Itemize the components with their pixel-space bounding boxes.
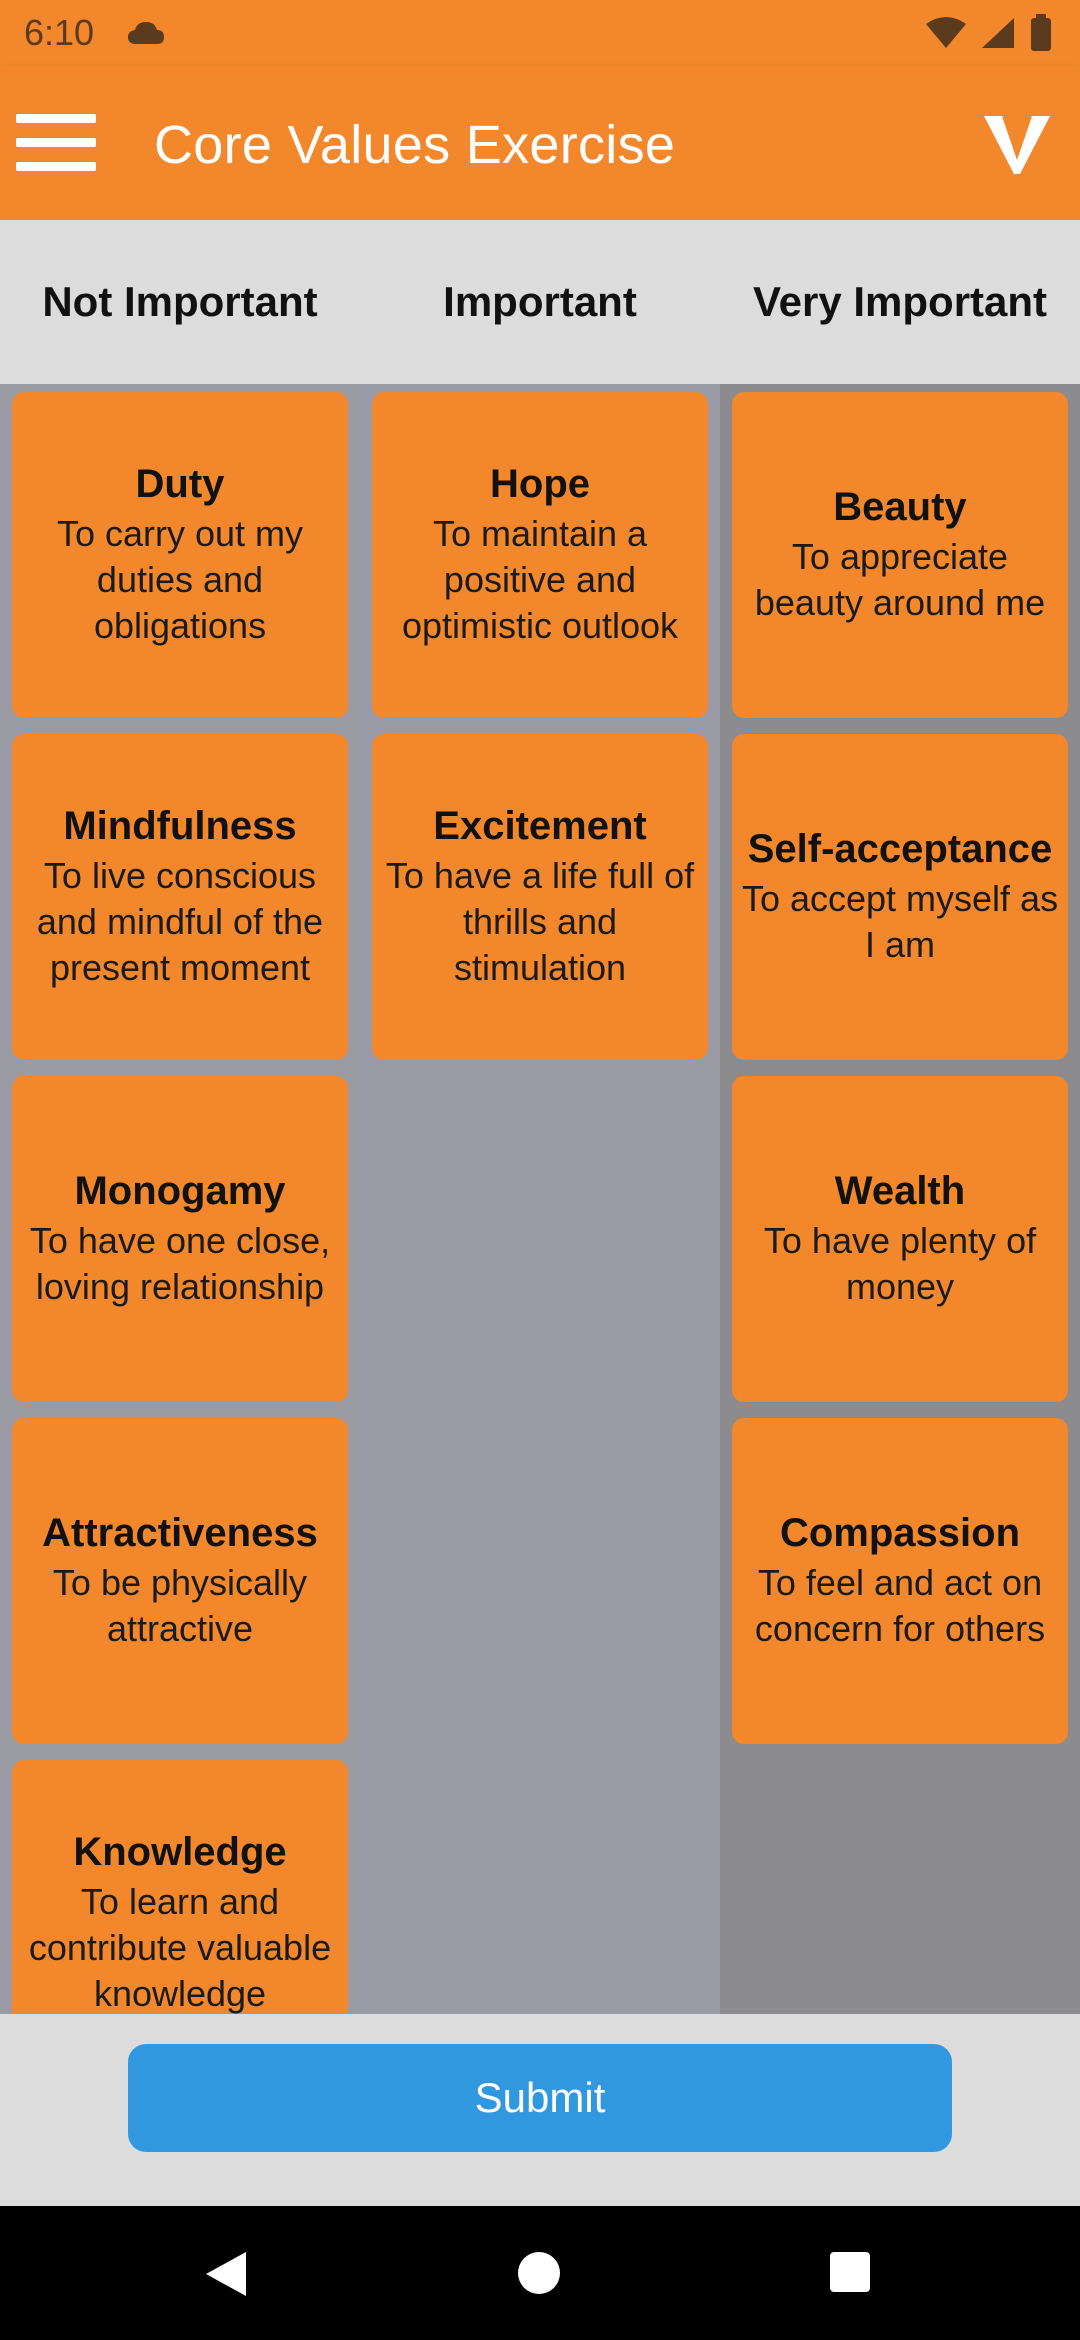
card-title: Wealth xyxy=(834,1168,966,1213)
status-bar: 6:10 xyxy=(0,0,1080,66)
card-title: Monogamy xyxy=(74,1168,286,1213)
card-description: To carry out my duties and obligations xyxy=(56,512,304,646)
column-headers: Not Important Important Very Important xyxy=(0,220,1080,384)
column-very-important[interactable]: Beauty To appreciate beauty around me Se… xyxy=(720,384,1080,2014)
value-card-hope[interactable]: Hope To maintain a positive and optimist… xyxy=(372,392,708,718)
card-description: To have one close, loving relationship xyxy=(29,1219,331,1307)
cloud-icon xyxy=(126,20,166,51)
wifi-icon xyxy=(926,16,966,55)
column-header-important: Important xyxy=(443,278,637,325)
value-card-monogamy[interactable]: Monogamy To have one close, loving relat… xyxy=(12,1076,348,1402)
card-description: To have plenty of money xyxy=(763,1219,1037,1307)
column-not-important[interactable]: Duty To carry out my duties and obligati… xyxy=(0,384,360,2014)
card-title: Knowledge xyxy=(73,1829,287,1874)
submit-button[interactable]: Submit xyxy=(128,2044,952,2152)
value-card-duty[interactable]: Duty To carry out my duties and obligati… xyxy=(12,392,348,718)
menu-icon[interactable] xyxy=(16,114,96,174)
values-board: Duty To carry out my duties and obligati… xyxy=(0,384,1080,2014)
value-card-attractiveness[interactable]: Attractiveness To be physically attracti… xyxy=(12,1418,348,1744)
value-card-compassion[interactable]: Compassion To feel and act on concern fo… xyxy=(732,1418,1068,1744)
signal-icon xyxy=(980,16,1016,55)
card-description: To be physically attractive xyxy=(52,1561,308,1649)
card-title: Self-acceptance xyxy=(747,826,1053,871)
card-title: Mindfulness xyxy=(63,803,297,848)
card-title: Excitement xyxy=(433,803,647,848)
value-card-mindfulness[interactable]: Mindfulness To live conscious and mindfu… xyxy=(12,734,348,1060)
card-description: To feel and act on concern for others xyxy=(754,1561,1046,1649)
recents-icon[interactable] xyxy=(830,2252,870,2292)
status-time: 6:10 xyxy=(24,12,95,53)
card-description: To learn and contribute valuable knowled… xyxy=(28,1880,332,2014)
app-bar: Core Values Exercise xyxy=(0,66,1080,220)
column-header-not-important: Not Important xyxy=(42,278,318,325)
column-header-very-important: Very Important xyxy=(752,278,1048,325)
home-icon[interactable] xyxy=(518,2252,560,2294)
value-card-self-acceptance[interactable]: Self-acceptance To accept myself as I am xyxy=(732,734,1068,1060)
value-card-beauty[interactable]: Beauty To appreciate beauty around me xyxy=(732,392,1068,718)
battery-icon xyxy=(1030,14,1052,57)
column-important[interactable]: Hope To maintain a positive and optimist… xyxy=(360,384,720,2014)
system-nav-bar xyxy=(0,2206,1080,2340)
value-card-wealth[interactable]: Wealth To have plenty of money xyxy=(732,1076,1068,1402)
back-icon[interactable] xyxy=(204,2250,248,2303)
card-title: Compassion xyxy=(779,1510,1021,1555)
card-title: Attractiveness xyxy=(42,1510,318,1555)
card-title: Beauty xyxy=(833,484,967,529)
card-description: To live conscious and mindful of the pre… xyxy=(36,854,324,988)
footer: Submit xyxy=(0,2014,1080,2206)
card-description: To maintain a positive and optimistic ou… xyxy=(401,512,679,646)
page-title: Core Values Exercise xyxy=(154,115,676,175)
card-title: Duty xyxy=(135,461,225,506)
value-card-excitement[interactable]: Excitement To have a life full of thrill… xyxy=(372,734,708,1060)
value-card-knowledge[interactable]: Knowledge To learn and contribute valuab… xyxy=(12,1760,348,2014)
card-description: To appreciate beauty around me xyxy=(754,535,1046,623)
card-description: To have a life full of thrills and stimu… xyxy=(385,854,695,988)
card-description: To accept myself as I am xyxy=(741,877,1059,965)
app-logo-icon xyxy=(982,110,1052,185)
card-title: Hope xyxy=(490,461,590,506)
